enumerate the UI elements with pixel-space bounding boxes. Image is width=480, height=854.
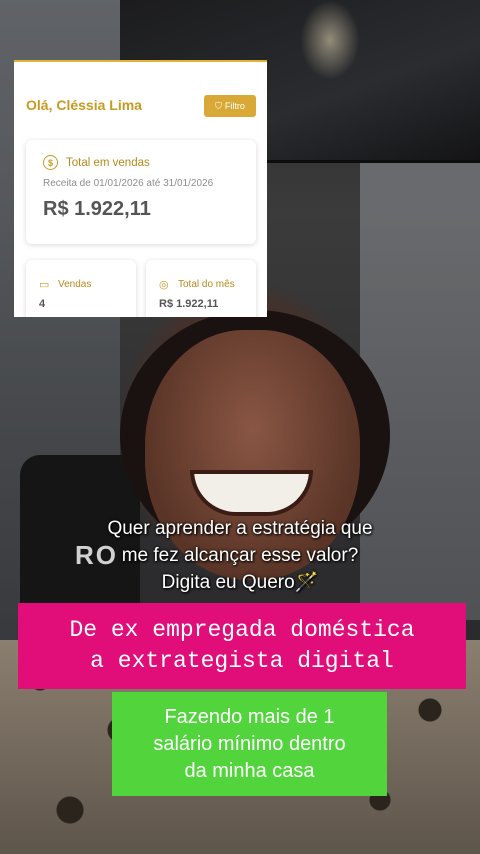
green-banner: Fazendo mais de 1 salário mínimo dentro … [112,692,387,796]
light-glare [300,0,360,80]
month-total-card: ◎ Total do mês R$ 1.922,11 [146,260,256,317]
pink-banner-line-1: De ex empregada doméstica [69,617,415,643]
receipt-icon: ▭ [39,279,50,291]
filter-button[interactable]: ⛉ Filtro [204,95,256,117]
greeting: Olá, Cléssia Lima [26,97,142,113]
total-sales-value: R$ 1.922,11 [43,198,151,220]
pink-banner-line-2: a extrategista digital [90,648,394,674]
green-banner-line-2: salário mínimo dentro [153,732,346,755]
caption-line-1: Quer aprender a estratégia que [107,518,373,539]
total-sales-card: $ Total em vendas Receita de 01/01/2026 … [26,140,256,244]
green-banner-line-1: Fazendo mais de 1 [164,705,335,728]
green-banner-line-3: da minha casa [184,759,315,782]
sales-count-card: ▭ Vendas 4 [26,260,136,317]
coins-icon: ◎ [159,279,169,291]
caption-line-3: Digita eu Quero🪄 [161,572,319,593]
sales-dashboard-screenshot: Olá, Cléssia Lima ⛉ Filtro $ Total em ve… [14,60,267,317]
sales-count-label: Vendas [58,279,92,290]
caption-line-2: me fez alcançar esse valor? [121,545,359,566]
sales-count-value: 4 [39,298,46,310]
total-sales-period: Receita de 01/01/2026 até 31/01/2026 [43,178,214,189]
filter-label: Filtro [224,101,245,111]
month-total-label: Total do mês [178,279,235,290]
dollar-icon: $ [43,155,58,170]
total-sales-title: Total em vendas [66,157,150,169]
pink-banner: De ex empregada doméstica a extrategista… [18,603,466,689]
video-caption: Quer aprender a estratégia que me fez al… [40,515,440,596]
filter-icon: ⛉ [215,100,222,111]
month-total-value: R$ 1.922,11 [159,298,219,310]
